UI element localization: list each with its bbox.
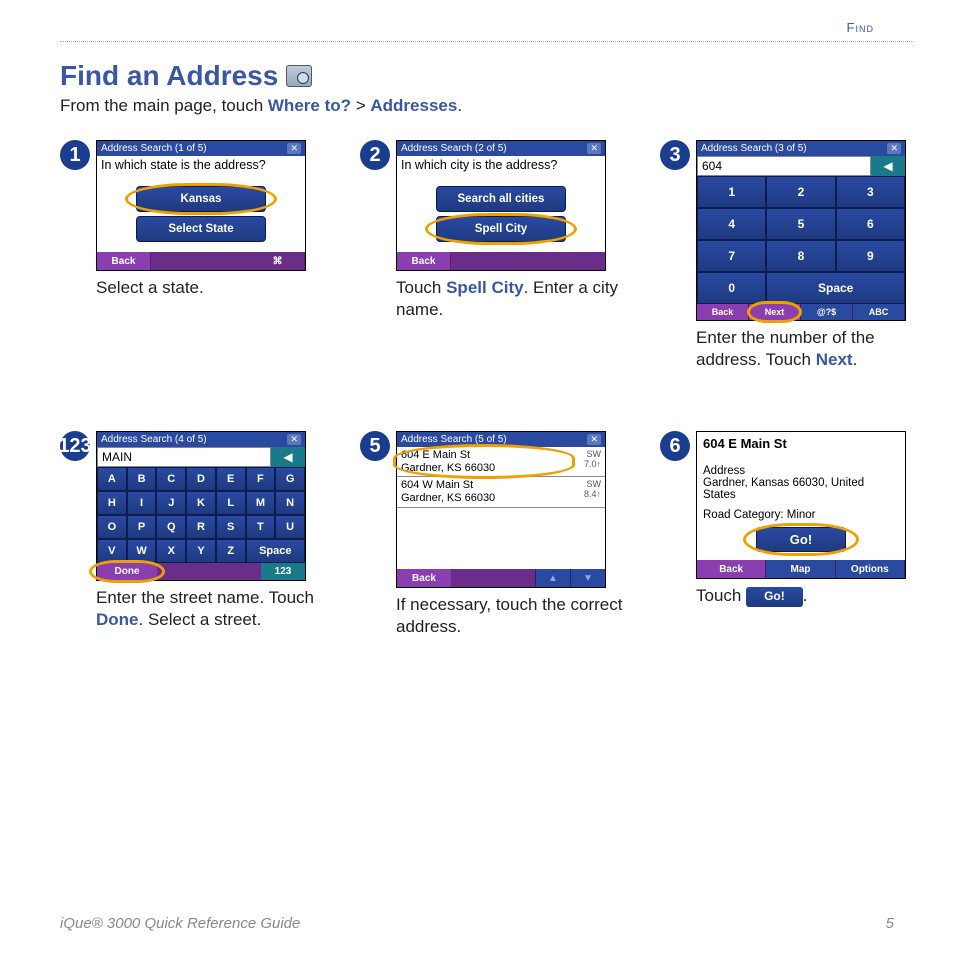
step-caption: Enter the street name. Touch Done. Selec… bbox=[96, 587, 330, 631]
step-number: 123 bbox=[60, 431, 90, 461]
step-1: 1 Address Search (1 of 5)✕ In which stat… bbox=[60, 140, 330, 371]
backspace-button[interactable]: ◀ bbox=[271, 447, 305, 467]
step-number: 3 bbox=[660, 140, 690, 170]
page-footer: iQue® 3000 Quick Reference Guide 5 bbox=[60, 915, 894, 932]
key-6[interactable]: 6 bbox=[836, 208, 905, 240]
key-3[interactable]: 3 bbox=[836, 176, 905, 208]
up-arrow-icon[interactable]: ▲ bbox=[535, 569, 570, 587]
key-0[interactable]: 0 bbox=[697, 272, 766, 304]
search-all-cities-button[interactable]: Search all cities bbox=[436, 186, 566, 212]
back-button[interactable]: Back bbox=[697, 304, 749, 320]
key-space[interactable]: Space bbox=[246, 539, 305, 563]
page-number: 5 bbox=[886, 915, 894, 932]
screenshot-3: Address Search (3 of 5)✕ 604 ◀ 1 2 3 4 5… bbox=[696, 140, 906, 321]
addresses-link: Addresses bbox=[370, 96, 457, 115]
kansas-button[interactable]: Kansas bbox=[136, 186, 266, 212]
step-6: 6 604 E Main St Address Gardner, Kansas … bbox=[660, 431, 930, 638]
screenshot-5: Address Search (5 of 5)✕ 604 E Main StGa… bbox=[396, 431, 606, 588]
step-number: 6 bbox=[660, 431, 690, 461]
symbols-button[interactable]: @?$ bbox=[801, 304, 853, 320]
screenshot-6: 604 E Main St Address Gardner, Kansas 66… bbox=[696, 431, 906, 579]
backspace-button[interactable]: ◀ bbox=[871, 156, 905, 176]
where-to-link: Where to? bbox=[268, 96, 351, 115]
abc-button[interactable]: ABC bbox=[853, 304, 905, 320]
step-caption: Select a state. bbox=[96, 277, 330, 299]
numeric-button[interactable]: 123 bbox=[261, 563, 305, 580]
step-number: 5 bbox=[360, 431, 390, 461]
alpha-keypad: ABCDEFG HIJKLMN OPQRSTU VWXYZSpace bbox=[97, 467, 305, 563]
page-heading: Find an Address bbox=[60, 60, 914, 92]
step-caption: Touch Spell City. Enter a city name. bbox=[396, 277, 630, 321]
close-icon[interactable]: ✕ bbox=[287, 434, 301, 445]
step-number: 2 bbox=[360, 140, 390, 170]
heading-text: Find an Address bbox=[60, 60, 278, 92]
street-input[interactable]: MAIN bbox=[97, 447, 271, 467]
options-button[interactable]: Options bbox=[836, 560, 905, 578]
back-button[interactable]: Back bbox=[97, 252, 151, 270]
step-5: 5 Address Search (5 of 5)✕ 604 E Main St… bbox=[360, 431, 630, 638]
result-item[interactable]: 604 W Main StGardner, KS 66030 SW8.4↑ bbox=[397, 477, 605, 507]
step-caption: If necessary, touch the correct address. bbox=[396, 594, 630, 638]
key-4[interactable]: 4 bbox=[697, 208, 766, 240]
section-tab: Find bbox=[60, 20, 914, 35]
select-state-button[interactable]: Select State bbox=[136, 216, 266, 242]
intro-text: From the main page, touch Where to? > Ad… bbox=[60, 96, 914, 116]
key-8[interactable]: 8 bbox=[766, 240, 835, 272]
screenshot-4: Address Search (4 of 5)✕ MAIN ◀ ABCDEFG … bbox=[96, 431, 306, 581]
go-button[interactable]: Go! bbox=[756, 527, 846, 552]
number-input[interactable]: 604 bbox=[697, 156, 871, 176]
screenshot-1: Address Search (1 of 5)✕ In which state … bbox=[96, 140, 306, 271]
link-icon[interactable]: ⌘ bbox=[251, 252, 305, 270]
map-button[interactable]: Map bbox=[766, 560, 835, 578]
spell-city-button[interactable]: Spell City bbox=[436, 216, 566, 242]
screenshot-2: Address Search (2 of 5)✕ In which city i… bbox=[396, 140, 606, 271]
down-arrow-icon[interactable]: ▼ bbox=[570, 569, 605, 587]
key-5[interactable]: 5 bbox=[766, 208, 835, 240]
demo-icon bbox=[286, 65, 312, 87]
step-caption: Touch Go!. bbox=[696, 585, 930, 607]
step-caption: Enter the number of the address. Touch N… bbox=[696, 327, 930, 371]
key-1[interactable]: 1 bbox=[697, 176, 766, 208]
close-icon[interactable]: ✕ bbox=[287, 143, 301, 154]
step-4: 123 Address Search (4 of 5)✕ MAIN ◀ ABCD… bbox=[60, 431, 330, 638]
close-icon[interactable]: ✕ bbox=[887, 143, 901, 154]
step-3: 3 Address Search (3 of 5)✕ 604 ◀ 1 2 3 4… bbox=[660, 140, 930, 371]
address-value: Gardner, Kansas 66030, United States bbox=[703, 477, 899, 501]
back-button[interactable]: Back bbox=[397, 569, 451, 587]
divider bbox=[60, 41, 914, 42]
close-icon[interactable]: ✕ bbox=[587, 434, 601, 445]
step-2: 2 Address Search (2 of 5)✕ In which city… bbox=[360, 140, 630, 371]
step-number: 1 bbox=[60, 140, 90, 170]
inline-go-button: Go! bbox=[746, 587, 803, 607]
close-icon[interactable]: ✕ bbox=[587, 143, 601, 154]
next-button[interactable]: Next bbox=[749, 304, 801, 320]
prompt-text: In which city is the address? bbox=[401, 158, 601, 172]
road-category: Road Category: Minor bbox=[703, 509, 899, 521]
result-title: 604 E Main St bbox=[703, 436, 899, 451]
footer-title: iQue® 3000 Quick Reference Guide bbox=[60, 915, 300, 932]
back-button[interactable]: Back bbox=[397, 252, 451, 270]
result-item[interactable]: 604 E Main StGardner, KS 66030 SW7.0↑ bbox=[397, 447, 605, 477]
key-space[interactable]: Space bbox=[766, 272, 905, 304]
key-9[interactable]: 9 bbox=[836, 240, 905, 272]
done-button[interactable]: Done bbox=[97, 563, 157, 580]
number-keypad: 1 2 3 4 5 6 7 8 9 0 Space bbox=[697, 176, 905, 304]
key-2[interactable]: 2 bbox=[766, 176, 835, 208]
prompt-text: In which state is the address? bbox=[101, 158, 301, 172]
key-7[interactable]: 7 bbox=[697, 240, 766, 272]
address-label: Address bbox=[703, 465, 899, 477]
back-button[interactable]: Back bbox=[697, 560, 766, 578]
